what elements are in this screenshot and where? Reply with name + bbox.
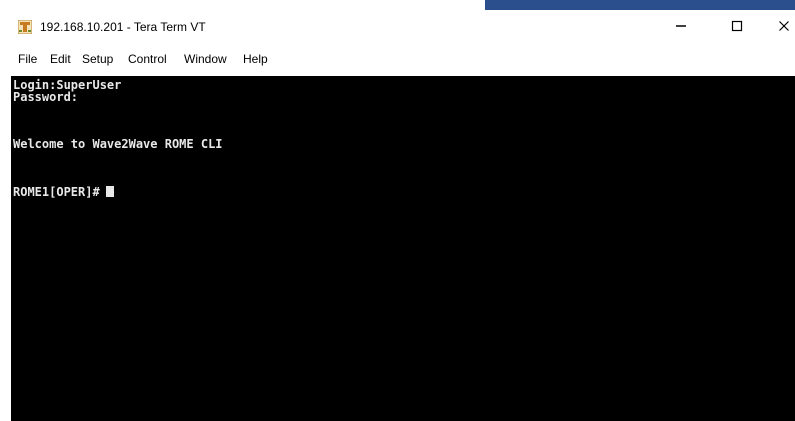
terminal-cursor: [105, 186, 114, 197]
menu-file[interactable]: File: [18, 52, 37, 66]
tera-term-window: 192.168.10.201 - Tera Term VT File Edit …: [0, 0, 795, 421]
terminal-line-welcome: Welcome to Wave2Wave ROME CLI: [13, 137, 223, 151]
terminal-line-prompt: ROME1[OPER]#: [13, 186, 114, 198]
terminal-area[interactable]: Login:SuperUser Password: Welcome to Wav…: [11, 76, 795, 421]
title-accent-strip: [0, 0, 795, 12]
menu-setup[interactable]: Setup: [82, 52, 113, 66]
window-title: 192.168.10.201 - Tera Term VT: [40, 20, 206, 34]
minimize-icon: [675, 20, 687, 35]
tera-term-icon[interactable]: [17, 19, 33, 35]
maximize-icon: [731, 20, 743, 35]
close-icon: [778, 20, 790, 35]
terminal-line-password: Password:: [13, 90, 79, 104]
minimize-button[interactable]: [658, 12, 704, 42]
prompt-text: ROME1[OPER]#: [13, 185, 100, 199]
menu-edit[interactable]: Edit: [50, 52, 71, 66]
menu-help[interactable]: Help: [243, 52, 268, 66]
accent-bar: [485, 0, 795, 10]
window-left-margin: [0, 76, 11, 421]
title-bar[interactable]: 192.168.10.201 - Tera Term VT: [0, 12, 795, 42]
menu-bar: File Edit Setup Control Window Help: [0, 42, 795, 76]
menu-window[interactable]: Window: [184, 52, 227, 66]
menu-control[interactable]: Control: [128, 52, 167, 66]
close-button[interactable]: [761, 12, 795, 42]
maximize-button[interactable]: [714, 12, 760, 42]
